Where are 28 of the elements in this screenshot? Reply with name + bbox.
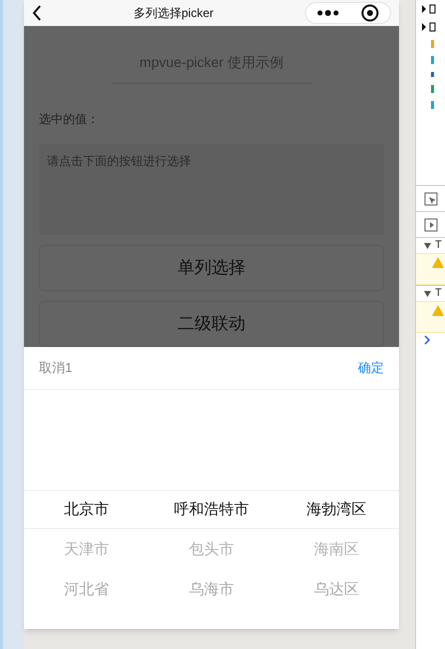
picker-option[interactable]: 呼和浩特市 [174, 490, 249, 530]
warning-icon [432, 305, 444, 316]
page-title: 多列选择picker [132, 5, 214, 22]
inspect-icon[interactable] [424, 192, 438, 206]
picker-option[interactable]: 天津市 [64, 530, 109, 570]
more-icon[interactable] [317, 10, 339, 16]
picker-option[interactable]: 乌达区 [314, 570, 359, 610]
confirm-button[interactable]: 确定 [358, 358, 384, 378]
console-prompt-icon[interactable] [424, 335, 431, 345]
panel-toggle-icon[interactable] [424, 218, 438, 232]
log-group-label: T [435, 286, 442, 302]
picker-option[interactable]: 海勃湾区 [306, 490, 366, 530]
tree-node-icon [422, 4, 436, 14]
picker-option[interactable]: 包头市 [189, 530, 234, 570]
picker-option[interactable]: 河北省 [64, 570, 109, 610]
warning-icon [432, 257, 444, 268]
picker-option[interactable]: 北京市 [64, 490, 109, 530]
option-button[interactable]: 单列选择 [39, 245, 384, 291]
log-group-label: T [435, 238, 442, 254]
expand-icon[interactable] [424, 290, 431, 296]
picker-option[interactable]: 海南区 [314, 530, 359, 570]
back-icon[interactable] [32, 5, 42, 21]
option-button[interactable]: 二级联动 [39, 301, 384, 347]
tree-node-icon [422, 22, 436, 32]
cancel-button[interactable]: 取消1 [39, 358, 72, 378]
picker-option[interactable]: 乌海市 [189, 570, 234, 610]
value-label: 选中的值： [39, 111, 100, 128]
expand-icon[interactable] [424, 242, 431, 248]
